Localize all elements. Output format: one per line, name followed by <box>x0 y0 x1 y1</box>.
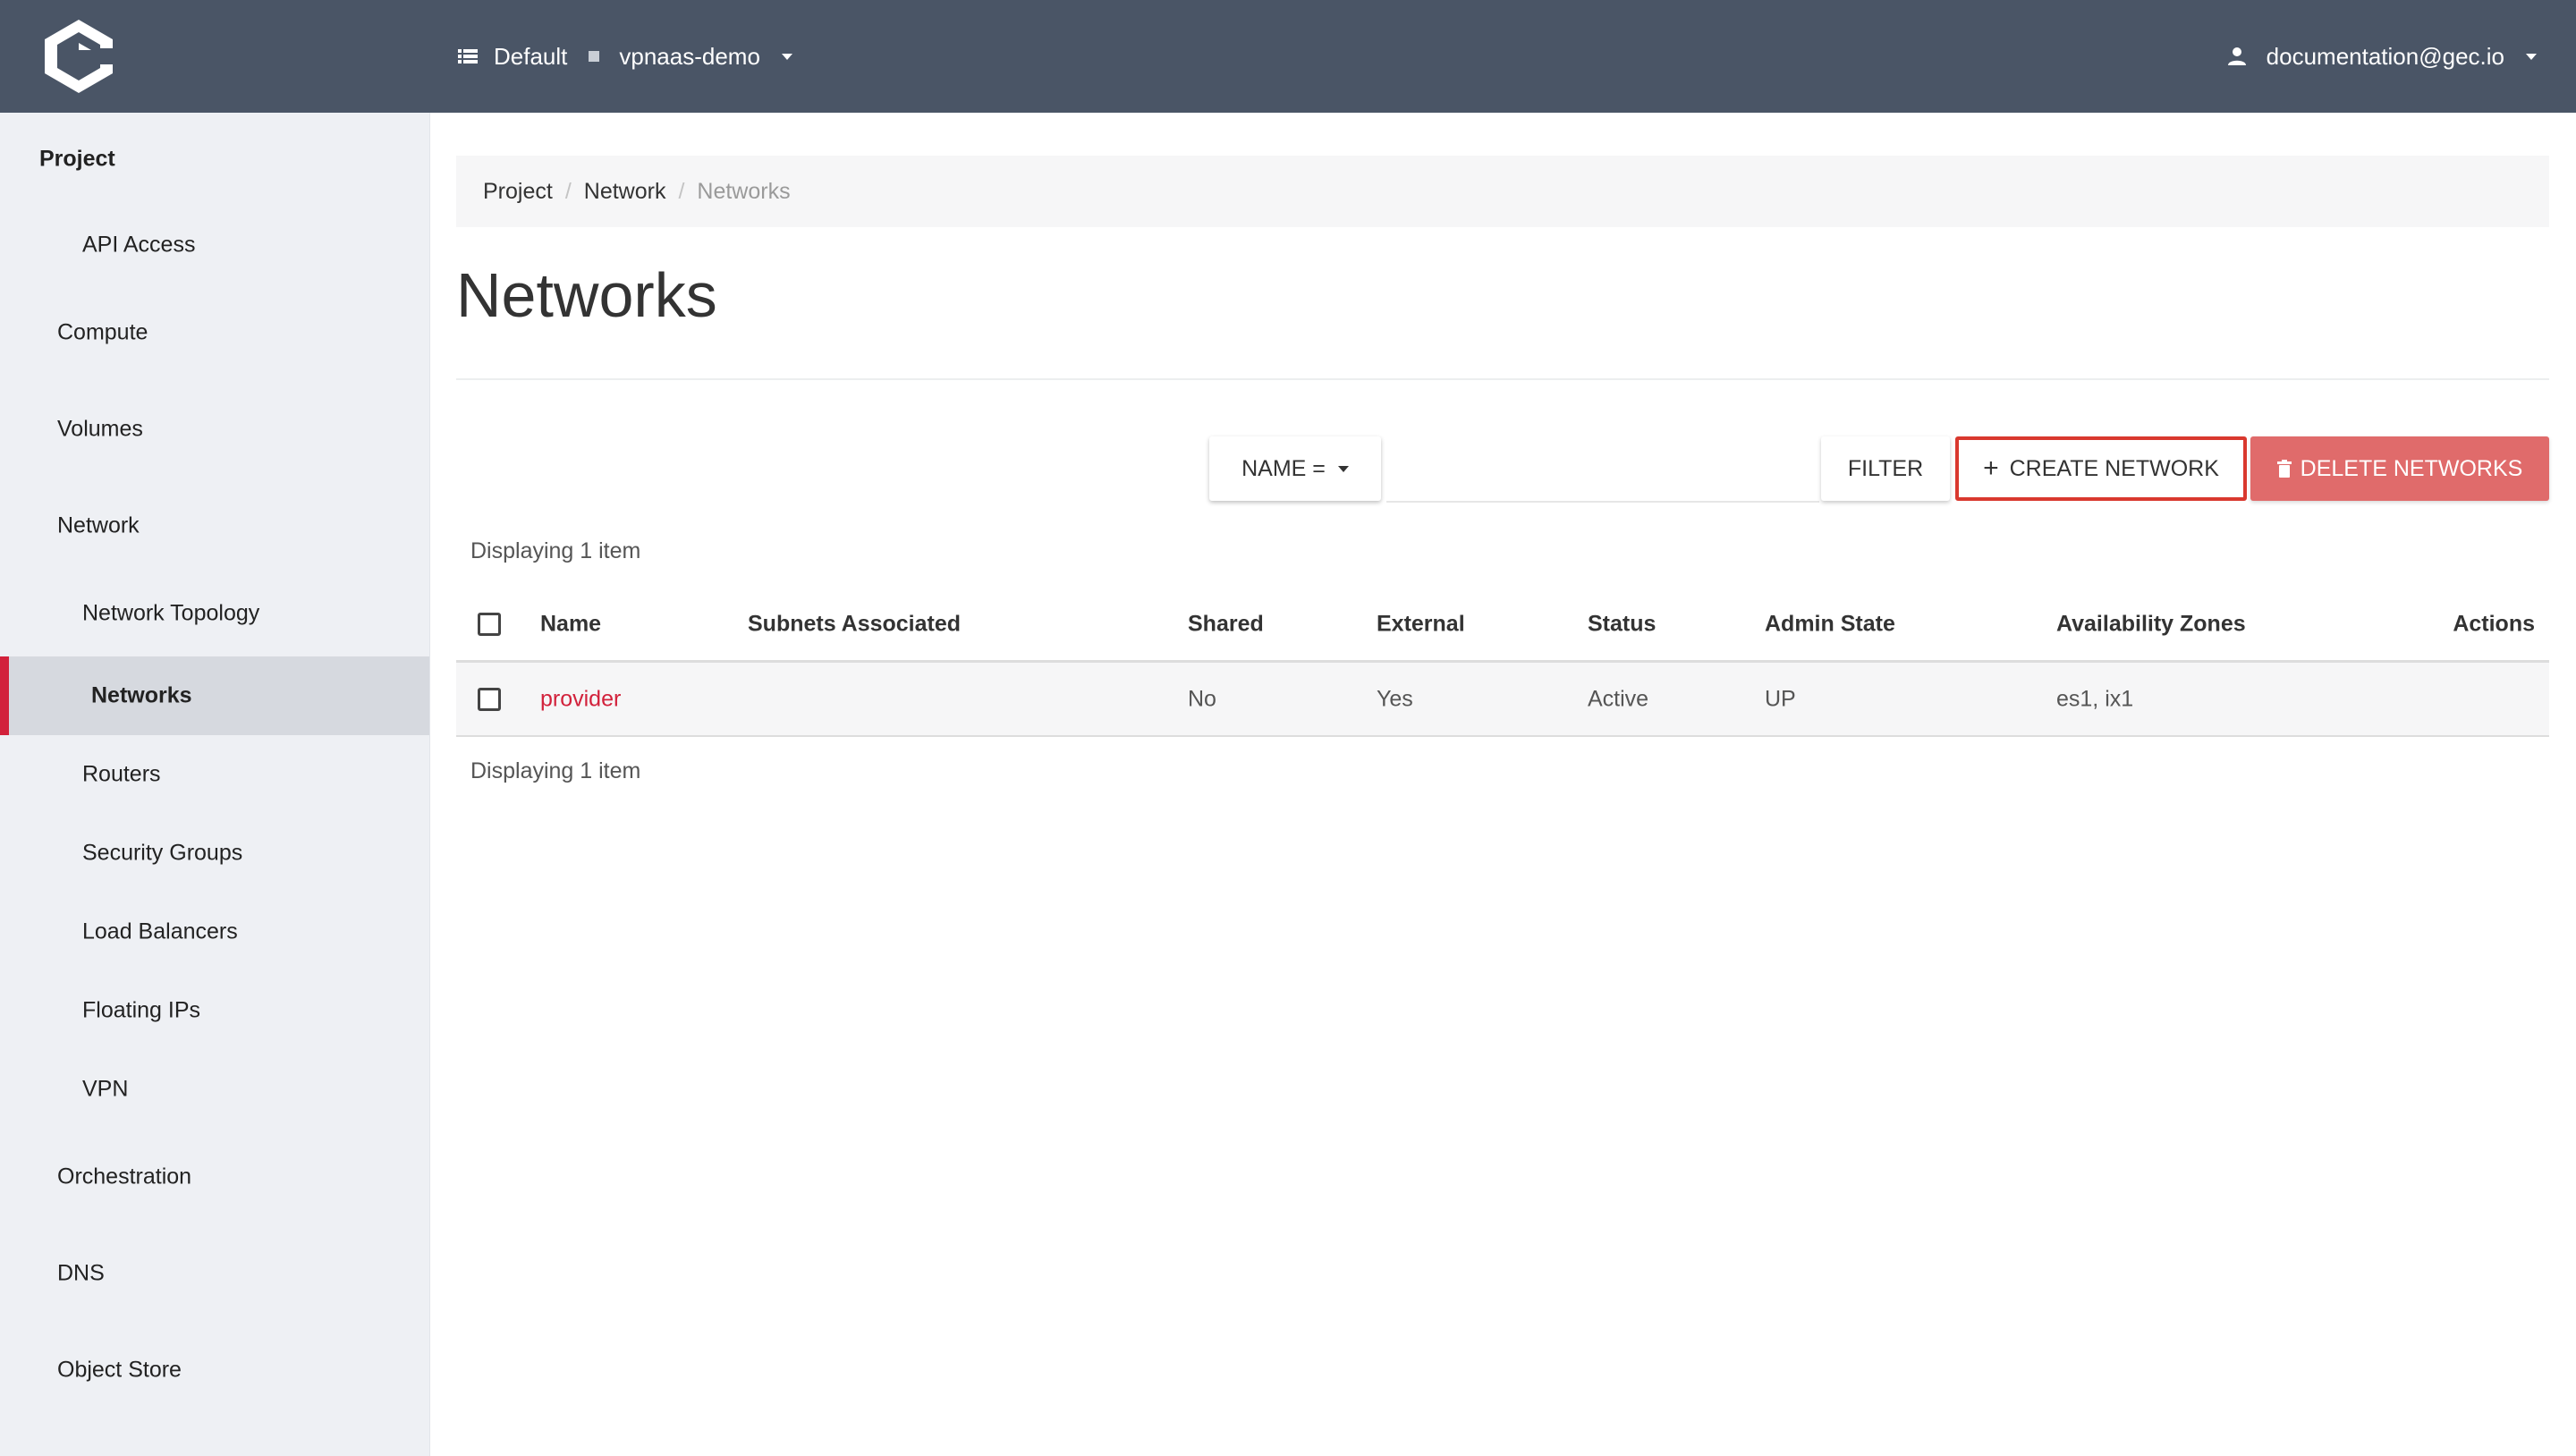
sidebar-item-compute[interactable]: Compute <box>0 284 429 381</box>
column-header-external[interactable]: External <box>1377 612 1465 638</box>
cell-admin-state: UP <box>1765 686 1796 711</box>
cell-availability-zones: es1, ix1 <box>2056 686 2134 711</box>
filter-field-select[interactable]: NAME = <box>1209 436 1381 501</box>
breadcrumb-divider: / <box>564 178 572 204</box>
sidebar-item-routers[interactable]: Routers <box>0 735 429 814</box>
column-header-name[interactable]: Name <box>540 612 601 638</box>
delete-networks-button[interactable]: DELETE NETWORKS <box>2250 436 2549 501</box>
cell-external: Yes <box>1377 686 1413 711</box>
project-name: vpnaas-demo <box>619 42 760 70</box>
top-navbar: Default vpnaas-demo documentation@gec.io <box>0 0 2576 113</box>
sidebar-item-object-store[interactable]: Object Store <box>0 1322 429 1418</box>
chevron-down-icon <box>1337 465 1349 472</box>
cell-status: Active <box>1588 686 1649 711</box>
sidebar-item-security-groups[interactable]: Security Groups <box>0 814 429 893</box>
table-header: Name Subnets Associated Shared External … <box>456 588 2549 663</box>
domain-name: Default <box>494 42 568 70</box>
sidebar-item-dns[interactable]: DNS <box>0 1225 429 1322</box>
item-count-top: Displaying 1 item <box>470 538 641 563</box>
create-network-label: CREATE NETWORK <box>2009 455 2219 481</box>
chevron-down-icon <box>781 53 792 60</box>
chevron-down-icon <box>2526 53 2537 60</box>
user-menu[interactable]: documentation@gec.io <box>2227 0 2537 113</box>
sidebar-item-volumes[interactable]: Volumes <box>0 381 429 478</box>
column-header-shared[interactable]: Shared <box>1188 612 1264 638</box>
select-all-checkbox[interactable] <box>478 613 501 636</box>
item-count-bottom: Displaying 1 item <box>470 758 641 783</box>
sidebar-item-vpn[interactable]: VPN <box>0 1050 429 1129</box>
sidebar-section-project[interactable]: Project <box>0 113 429 206</box>
logo-icon[interactable] <box>41 16 116 97</box>
filter-button-label: FILTER <box>1847 455 1924 481</box>
cell-shared: No <box>1188 686 1216 711</box>
networks-table: Name Subnets Associated Shared External … <box>456 588 2549 737</box>
project-square-icon <box>589 51 600 62</box>
table-row: provider No Yes Active UP es1, ix1 <box>456 663 2549 737</box>
breadcrumb-divider: / <box>678 178 685 204</box>
sidebar-item-orchestration[interactable]: Orchestration <box>0 1129 429 1225</box>
breadcrumb: Project / Network / Networks <box>456 156 2549 227</box>
title-divider <box>456 378 2549 380</box>
filter-input[interactable] <box>1386 438 1819 503</box>
sidebar: Project API Access Compute Volumes Netwo… <box>0 113 430 1456</box>
column-header-actions: Actions <box>2453 611 2535 637</box>
delete-networks-label: DELETE NETWORKS <box>2300 455 2523 481</box>
column-header-subnets[interactable]: Subnets Associated <box>748 612 961 638</box>
network-name-link[interactable]: provider <box>540 686 621 712</box>
create-network-button[interactable]: + CREATE NETWORK <box>1955 436 2247 501</box>
breadcrumb-project[interactable]: Project <box>483 179 553 205</box>
sidebar-item-api-access[interactable]: API Access <box>0 206 429 284</box>
breadcrumb-network[interactable]: Network <box>584 179 666 205</box>
sidebar-item-network-topology[interactable]: Network Topology <box>0 574 429 653</box>
sidebar-item-floating-ips[interactable]: Floating IPs <box>0 971 429 1050</box>
list-icon <box>458 49 478 63</box>
user-email: documentation@gec.io <box>2266 42 2504 70</box>
user-icon <box>2227 47 2246 65</box>
sidebar-item-load-balancers[interactable]: Load Balancers <box>0 893 429 971</box>
plus-icon: + <box>1983 453 1999 483</box>
trash-icon <box>2276 460 2292 478</box>
sidebar-item-network[interactable]: Network <box>0 478 429 574</box>
filter-button[interactable]: FILTER <box>1821 436 1950 501</box>
column-header-admin-state[interactable]: Admin State <box>1765 612 1895 638</box>
page-title: Networks <box>456 260 717 330</box>
column-header-status[interactable]: Status <box>1588 612 1656 638</box>
breadcrumb-networks: Networks <box>697 178 791 204</box>
filter-field-label: NAME = <box>1241 455 1326 481</box>
sidebar-item-networks[interactable]: Networks <box>0 656 429 735</box>
row-checkbox[interactable] <box>478 687 501 711</box>
column-header-availability-zones[interactable]: Availability Zones <box>2056 612 2246 638</box>
project-switcher[interactable]: Default vpnaas-demo <box>458 0 792 113</box>
